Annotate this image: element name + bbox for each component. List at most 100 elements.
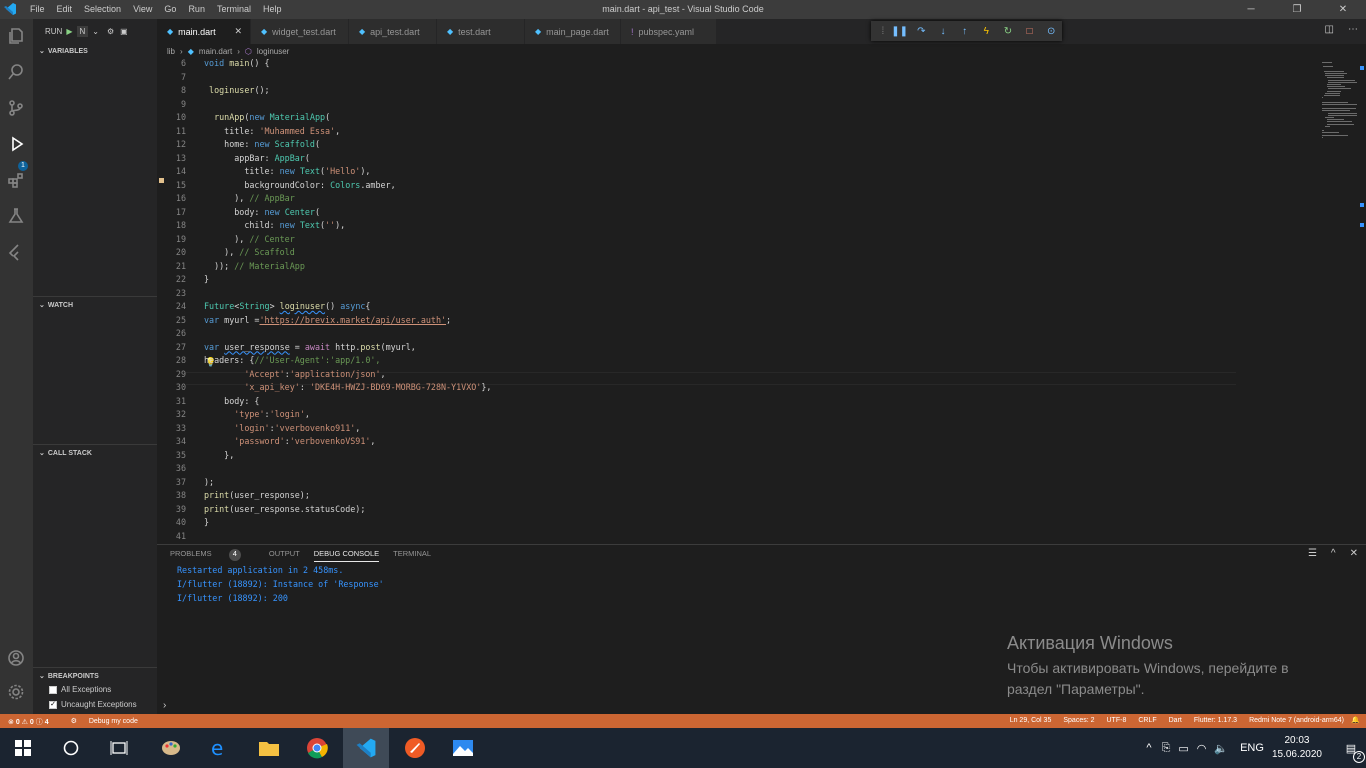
- file-explorer-icon[interactable]: [246, 728, 292, 768]
- inspect-widget-icon[interactable]: ⊙: [1040, 26, 1062, 37]
- indentation[interactable]: Spaces: 2: [1063, 717, 1094, 724]
- notification-bell-icon[interactable]: 🔔: [1351, 716, 1360, 724]
- code-line[interactable]: 27 var user_response = await http.post(my…: [157, 342, 1237, 356]
- drag-handle-icon[interactable]: ⁞: [877, 26, 889, 37]
- code-editor[interactable]: 💡 6 void main() {7 8 loginuser(); 9 10 runAp…: [157, 58, 1366, 554]
- flutter-outline-icon[interactable]: [5, 241, 27, 263]
- extensions-icon[interactable]: [5, 169, 27, 191]
- code-line[interactable]: 35 },: [157, 450, 1237, 464]
- code-line[interactable]: 33 'login':'vverbovenko911',: [157, 423, 1237, 437]
- checkbox[interactable]: [49, 685, 57, 694]
- breakpoint-item[interactable]: All Exceptions: [49, 685, 111, 694]
- code-line[interactable]: 17 body: new Center(: [157, 207, 1237, 221]
- code-line[interactable]: 30 'x_api_key': 'DKE4H-HWZJ-BD69-MORBG-7…: [157, 382, 1237, 396]
- code-line[interactable]: 9: [157, 99, 1237, 113]
- tab-main-dart[interactable]: ◆ main.dart ✕: [157, 19, 251, 44]
- code-line[interactable]: 19 ), // Center: [157, 234, 1237, 248]
- tab-api-test[interactable]: ◆ api_test.dart: [349, 19, 437, 44]
- line-ending[interactable]: CRLF: [1138, 717, 1156, 724]
- vscode-taskbar-icon[interactable]: [343, 728, 389, 768]
- callstack-section[interactable]: ⌄ CALL STACK: [33, 444, 157, 458]
- testing-flask-icon[interactable]: [5, 205, 27, 227]
- tab-widget-test[interactable]: ◆ widget_test.dart: [251, 19, 349, 44]
- code-line[interactable]: 13 appBar: AppBar(: [157, 153, 1237, 167]
- code-line[interactable]: 41: [157, 531, 1237, 545]
- stop-icon[interactable]: □: [1019, 26, 1041, 37]
- breakpoints-section[interactable]: ⌄ BREAKPOINTS: [33, 667, 157, 681]
- restart-icon[interactable]: ↻: [997, 26, 1019, 37]
- console-input-chevron-icon[interactable]: ›: [163, 700, 166, 711]
- code-line[interactable]: 15 backgroundColor: Colors.amber,: [157, 180, 1237, 194]
- language-indicator[interactable]: ENG: [1240, 742, 1264, 754]
- account-icon[interactable]: [5, 647, 27, 669]
- more-actions-icon[interactable]: ⋯: [1348, 24, 1358, 35]
- run-debug-icon[interactable]: [5, 133, 27, 155]
- wifi-icon[interactable]: ◠: [1197, 742, 1207, 755]
- chevron-up-icon[interactable]: ^: [1146, 742, 1151, 754]
- tab-test[interactable]: ◆ test.dart: [437, 19, 525, 44]
- code-line[interactable]: 40}: [157, 517, 1237, 531]
- minimize-icon[interactable]: ─: [1228, 0, 1274, 19]
- code-line[interactable]: 16 ), // AppBar: [157, 193, 1237, 207]
- code-line[interactable]: 21 )); // MaterialApp: [157, 261, 1237, 275]
- problems-status[interactable]: ⊗ 0 ⚠ 0 ⓘ 4: [8, 717, 49, 727]
- device-selector[interactable]: Redmi Note 7 (android-arm64): [1249, 717, 1344, 724]
- close-icon[interactable]: ✕: [234, 26, 242, 37]
- search-icon[interactable]: [5, 61, 27, 83]
- tab-output[interactable]: OUTPUT: [269, 549, 300, 562]
- pause-icon[interactable]: ❚❚: [889, 26, 911, 37]
- breadcrumb-file[interactable]: main.dart: [199, 47, 232, 56]
- flutter-version[interactable]: Flutter: 1.17.3: [1194, 717, 1237, 724]
- photos-app-icon[interactable]: [440, 728, 486, 768]
- code-line[interactable]: 36: [157, 463, 1237, 477]
- code-line[interactable]: 6 void main() {: [157, 58, 1237, 72]
- split-editor-icon[interactable]: ◫: [1325, 24, 1334, 35]
- tab-pubspec[interactable]: ! pubspec.yaml: [621, 19, 717, 44]
- network-adapter-icon[interactable]: ⎘: [1162, 742, 1171, 755]
- minimap[interactable]: [1237, 58, 1364, 544]
- code-line[interactable]: 24 Future<String> loginuser() async{: [157, 301, 1237, 315]
- breadcrumb-folder[interactable]: lib: [167, 47, 175, 56]
- code-line[interactable]: 22}: [157, 274, 1237, 288]
- volume-muted-icon[interactable]: 🔈: [1214, 742, 1228, 755]
- launch-config-select[interactable]: N: [76, 26, 89, 37]
- settings-gear-icon[interactable]: [5, 681, 27, 703]
- code-line[interactable]: 7: [157, 72, 1237, 86]
- paint-app-icon[interactable]: [148, 728, 194, 768]
- tab-debug-console[interactable]: DEBUG CONSOLE: [313, 549, 380, 562]
- step-out-icon[interactable]: ↑: [954, 26, 976, 37]
- explorer-icon[interactable]: [5, 25, 27, 47]
- code-line[interactable]: 20 ), // Scaffold: [157, 247, 1237, 261]
- code-line[interactable]: 39 print(user_response.statusCode);: [157, 504, 1237, 518]
- code-line[interactable]: 32 'type':'login',: [157, 409, 1237, 423]
- action-center-icon[interactable]: ▤ 2: [1336, 742, 1366, 763]
- tab-problems[interactable]: PROBLEMS 4: [170, 549, 255, 562]
- chevron-down-icon[interactable]: ⌄: [92, 27, 99, 36]
- code-line[interactable]: 28 headers: {//'User-Agent':'app/1.0',: [157, 355, 1237, 369]
- hot-reload-icon[interactable]: ϟ: [975, 26, 997, 37]
- chrome-browser-icon[interactable]: [294, 728, 340, 768]
- debug-status[interactable]: ⚙ Debug my code: [71, 717, 148, 727]
- battery-icon[interactable]: ▭: [1178, 742, 1188, 755]
- step-over-icon[interactable]: ↷: [910, 26, 932, 37]
- start-debugging-icon[interactable]: ▶: [66, 27, 72, 36]
- postman-icon[interactable]: [392, 728, 438, 768]
- code-line[interactable]: 34 'password':'verbovenkoVS91',: [157, 436, 1237, 450]
- breakpoint-item[interactable]: ✓ Uncaught Exceptions: [49, 700, 137, 709]
- close-icon[interactable]: ✕: [1320, 0, 1366, 19]
- code-line[interactable]: 12 home: new Scaffold(: [157, 139, 1237, 153]
- clock[interactable]: 20:03 15.06.2020: [1272, 734, 1322, 762]
- code-line[interactable]: 29 'Accept':'application/json',: [157, 369, 1237, 383]
- code-line[interactable]: 10 runApp(new MaterialApp(: [157, 112, 1237, 126]
- watch-section[interactable]: ⌄ WATCH: [33, 296, 157, 310]
- maximize-panel-icon[interactable]: ^: [1331, 548, 1336, 559]
- code-line[interactable]: 37);: [157, 477, 1237, 491]
- variables-section[interactable]: ⌄ VARIABLES: [33, 43, 157, 57]
- source-control-icon[interactable]: [5, 97, 27, 119]
- code-line[interactable]: 23: [157, 288, 1237, 302]
- code-line[interactable]: 8 loginuser();: [157, 85, 1237, 99]
- task-view-icon[interactable]: [96, 728, 142, 768]
- breadcrumb-symbol[interactable]: loginuser: [257, 47, 289, 56]
- code-line[interactable]: 38 print(user_response);: [157, 490, 1237, 504]
- step-into-icon[interactable]: ↓: [932, 26, 954, 37]
